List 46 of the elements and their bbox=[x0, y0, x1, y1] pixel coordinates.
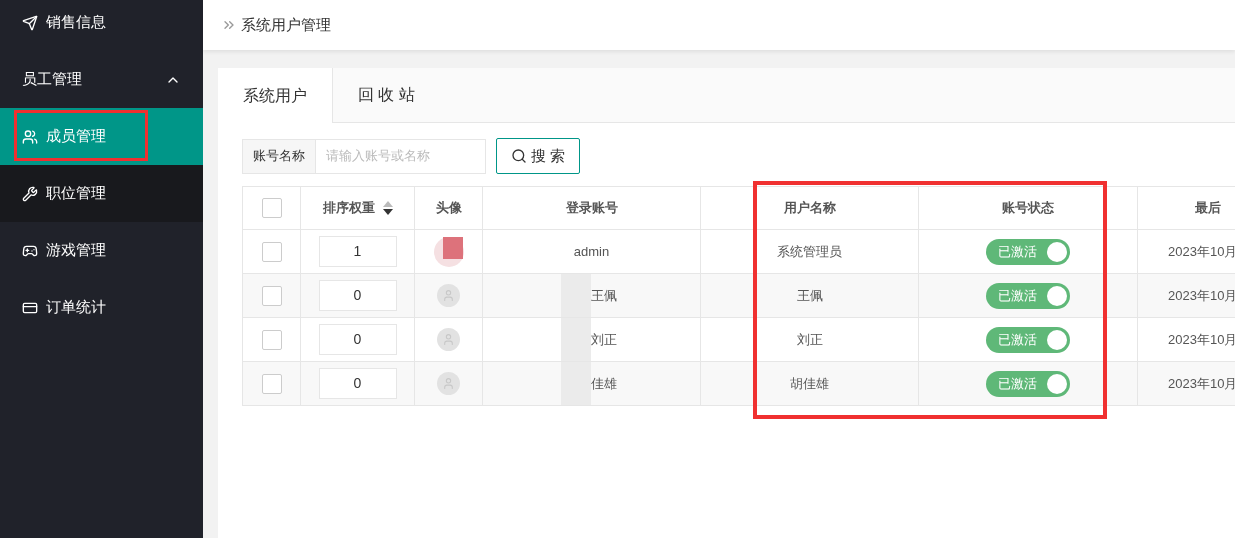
table-cell-text: 2023年10月 bbox=[1168, 374, 1235, 393]
checkbox[interactable] bbox=[261, 373, 282, 394]
table-cell-text: 王佩 bbox=[796, 286, 823, 305]
sidebar-item[interactable]: 订单统计 bbox=[0, 279, 203, 336]
column-header: 最后 bbox=[1195, 199, 1221, 218]
table-cell-text: 2023年10月 bbox=[1168, 286, 1235, 305]
column-header: 排序权重 bbox=[322, 199, 375, 218]
table-cell-text: 胡佳雄 bbox=[790, 374, 829, 393]
breadcrumb: 系统用户管理 bbox=[241, 14, 331, 35]
column-header: 登录账号 bbox=[565, 199, 618, 218]
column-header: 账号状态 bbox=[1002, 199, 1054, 218]
sidebar-item[interactable]: 销售信息 bbox=[0, 0, 203, 51]
tab[interactable]: 系统用户 bbox=[218, 68, 333, 123]
table-cell-text: 王佩 bbox=[589, 286, 617, 305]
avatar-icon bbox=[437, 328, 460, 351]
menu-icon bbox=[22, 185, 38, 202]
sidebar-item[interactable]: 成员管理 bbox=[0, 108, 203, 165]
table-cell-text: 佳雄 bbox=[589, 374, 617, 393]
weight-input[interactable]: 0 bbox=[318, 280, 397, 311]
field-label: 账号名称 bbox=[242, 138, 316, 174]
checkbox[interactable] bbox=[261, 329, 282, 350]
column-header: 用户名称 bbox=[783, 199, 836, 218]
checkbox[interactable] bbox=[261, 285, 282, 306]
weight-input[interactable]: 0 bbox=[318, 324, 397, 355]
column-header: 头像 bbox=[435, 199, 462, 218]
table-cell-text: 刘正 bbox=[589, 330, 617, 349]
weight-input[interactable]: 1 bbox=[318, 236, 397, 267]
menu-icon bbox=[22, 128, 38, 145]
table-cell-text: 刘正 bbox=[796, 330, 823, 349]
table-cell-text: admin bbox=[573, 242, 610, 261]
table-cell-text: 2023年10月 bbox=[1168, 330, 1235, 349]
table-cell-text: 系统管理员 bbox=[777, 242, 842, 261]
sort-icon[interactable] bbox=[382, 201, 393, 215]
checkbox[interactable] bbox=[261, 241, 282, 262]
table-cell-text: 2023年10月 bbox=[1168, 242, 1235, 261]
search-button[interactable]: 搜 索 bbox=[496, 138, 581, 174]
search-field[interactable]: 请输入账号或名称 bbox=[316, 138, 486, 174]
search-icon bbox=[511, 148, 527, 164]
weight-input[interactable]: 0 bbox=[318, 368, 397, 399]
sidebar-group[interactable]: 员工管理 bbox=[0, 51, 203, 108]
menu-icon bbox=[22, 14, 38, 31]
sidebar-item[interactable]: 职位管理 bbox=[0, 165, 203, 222]
avatar-icon bbox=[437, 284, 460, 307]
avatar-icon bbox=[437, 372, 460, 395]
checkbox[interactable] bbox=[261, 198, 282, 218]
sidebar-item[interactable]: 游戏管理 bbox=[0, 222, 203, 279]
